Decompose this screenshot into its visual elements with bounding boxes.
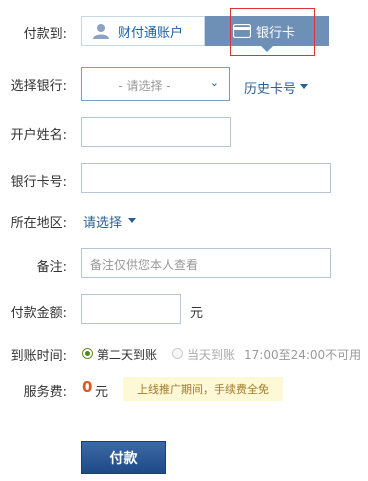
same-day-note: 17:00至24:00不可用 — [244, 348, 362, 362]
pay-button-label: 付款 — [109, 450, 138, 467]
fee-promo-text: 上线推广期间，手续费全免 — [137, 383, 269, 396]
highlight-box — [230, 8, 315, 56]
account-name-input[interactable] — [81, 117, 231, 147]
bank-select-value: - 请选择 - — [118, 79, 171, 93]
note-input[interactable]: 备注仅供您本人查看 — [81, 248, 331, 278]
fee-promo-banner: 上线推广期间，手续费全免 — [123, 377, 283, 401]
name-label: 开户姓名: — [10, 128, 67, 143]
fee-unit: 元 — [95, 385, 109, 400]
card-number-label: 银行卡号: — [10, 175, 67, 190]
region-select[interactable]: 请选择 — [83, 212, 122, 231]
amount-unit: 元 — [190, 306, 204, 321]
arrival-time-label: 到账时间: — [10, 349, 67, 364]
history-card-link[interactable]: 历史卡号 — [244, 78, 296, 97]
region-caret-icon[interactable] — [128, 218, 136, 223]
same-day-radio[interactable] — [172, 348, 183, 359]
region-label: 所在地区: — [10, 216, 67, 231]
tab-account-label: 财付通账户 — [118, 25, 184, 41]
note-placeholder: 备注仅供您本人查看 — [90, 258, 199, 272]
next-day-label[interactable]: 第二天到账 — [97, 346, 157, 363]
chevron-down-icon: ⌄ — [209, 76, 219, 89]
caret-down-icon[interactable] — [300, 84, 308, 89]
amount-label: 付款金额: — [10, 306, 67, 321]
user-icon — [92, 22, 110, 44]
same-day-label: 当天到账 — [187, 348, 236, 362]
tab-account[interactable]: 财付通账户 — [81, 16, 205, 46]
fee-amount: 0 — [82, 378, 93, 396]
next-day-radio[interactable] — [82, 348, 93, 359]
payee-label: 付款到: — [23, 27, 67, 42]
bank-select[interactable]: - 请选择 - ⌄ — [81, 67, 230, 101]
amount-input[interactable] — [81, 294, 181, 324]
bank-label: 选择银行: — [10, 79, 67, 94]
note-label: 备注: — [36, 260, 67, 275]
fee-label: 服务费: — [23, 385, 67, 400]
pay-button[interactable]: 付款 — [81, 441, 166, 474]
card-number-input[interactable] — [81, 163, 331, 193]
